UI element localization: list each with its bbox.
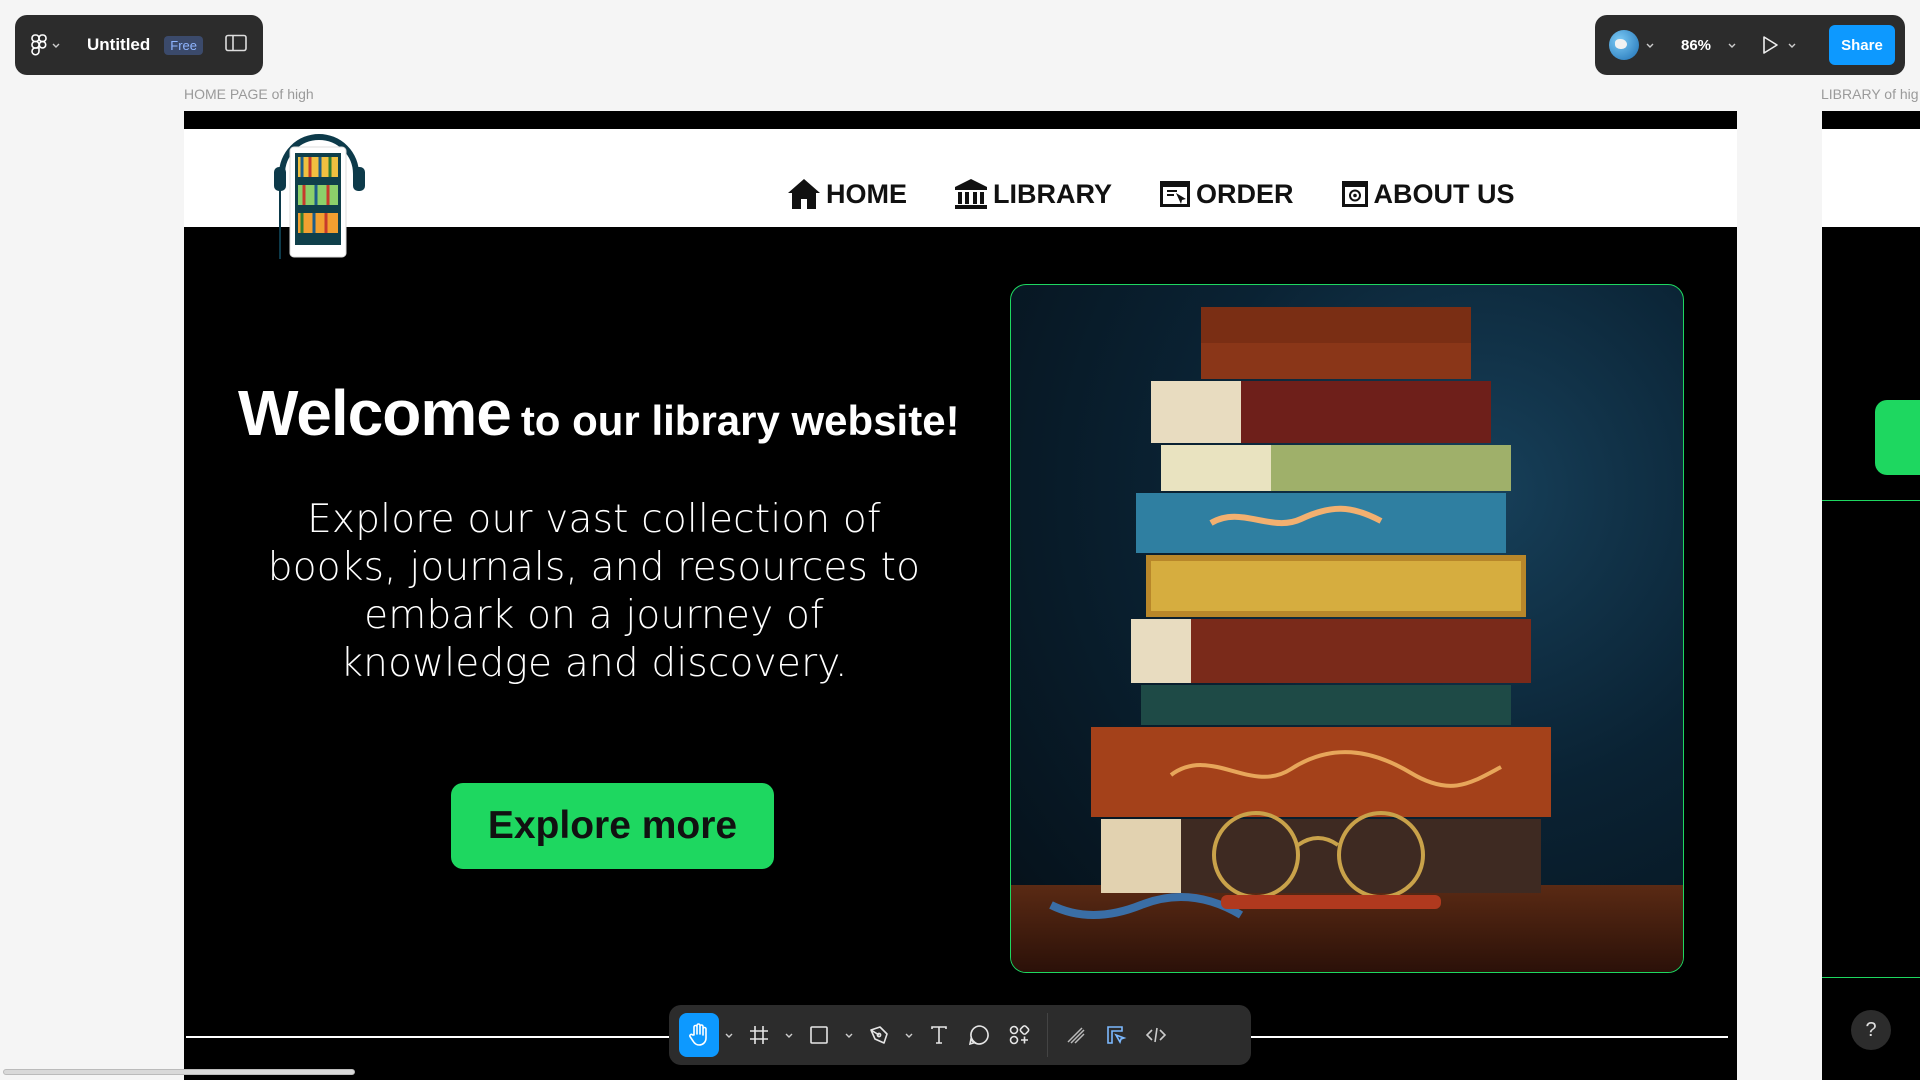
- chevron-down-icon: [725, 1033, 733, 1038]
- bank-icon: [955, 179, 987, 209]
- library-logo-icon: [274, 134, 365, 259]
- plan-badge[interactable]: Free: [164, 35, 204, 55]
- nav-item-label: ORDER: [1196, 178, 1294, 209]
- frame-icon: [750, 1026, 768, 1044]
- pen-tool-button[interactable]: [859, 1013, 899, 1057]
- text-icon: [931, 1026, 947, 1044]
- design-icon: [1107, 1026, 1127, 1044]
- nav-item-about[interactable]: ABOUT US: [1340, 179, 1515, 210]
- library-green-button[interactable]: [1875, 400, 1920, 475]
- play-icon: [1763, 36, 1778, 54]
- about-icon: [1341, 181, 1368, 207]
- library-divider: [1822, 500, 1920, 501]
- nav-item-home[interactable]: HOME: [786, 177, 907, 211]
- bottom-toolbar: [669, 1005, 1251, 1065]
- horizontal-scrollbar[interactable]: [3, 1069, 355, 1075]
- home-icon: [788, 179, 820, 209]
- avatar-menu[interactable]: [1609, 30, 1655, 60]
- books-illustration: [1011, 307, 1683, 972]
- components-icon: [1009, 1025, 1030, 1045]
- view-controls-pill: 86% Share: [1595, 15, 1905, 75]
- explore-more-button[interactable]: Explore more: [451, 783, 774, 869]
- draw-mode-button[interactable]: [1056, 1013, 1096, 1057]
- toggle-sidebar-button[interactable]: [225, 34, 247, 57]
- hero-title: Welcome to our library website!: [238, 376, 968, 450]
- zoom-level: 86%: [1681, 36, 1712, 54]
- nav-item-label: HOME: [826, 178, 907, 209]
- frame-tool-button[interactable]: [739, 1013, 779, 1057]
- file-menu-pill: Untitled Free: [15, 15, 263, 75]
- frame-tool-caret[interactable]: [779, 1013, 799, 1057]
- books-stack-image: [1010, 284, 1684, 973]
- library-page-frame[interactable]: [1822, 111, 1920, 1080]
- hand-tool-button[interactable]: [679, 1013, 719, 1057]
- chevron-down-icon: [905, 1033, 913, 1038]
- pen-icon: [870, 1026, 888, 1044]
- chevron-down-icon: [1646, 43, 1654, 48]
- zoom-menu[interactable]: 86%: [1681, 37, 1737, 54]
- chevron-down-icon: [52, 43, 60, 48]
- nav-item-label: ABOUT US: [1373, 178, 1515, 209]
- file-title[interactable]: Untitled: [87, 35, 150, 55]
- chevron-down-icon: [845, 1033, 853, 1038]
- home-page-frame[interactable]: HOME LIBRARY ORDER ABOUT US Welcome to ou…: [184, 111, 1737, 1080]
- present-button[interactable]: [1761, 35, 1797, 55]
- comment-icon: [968, 1025, 989, 1046]
- avatar: [1609, 30, 1639, 60]
- frame-label-home[interactable]: HOME PAGE of high: [184, 86, 314, 102]
- nav-item-library[interactable]: LIBRARY: [953, 177, 1112, 211]
- hand-icon: [689, 1023, 707, 1046]
- library-navbar: [1822, 129, 1920, 227]
- design-mode-button[interactable]: [1096, 1013, 1136, 1057]
- frame-label-library[interactable]: LIBRARY of hig: [1821, 86, 1919, 102]
- library-divider-bottom: [1822, 977, 1920, 978]
- dev-mode-button[interactable]: [1136, 1013, 1176, 1057]
- draw-icon: [1067, 1027, 1085, 1044]
- text-tool-button[interactable]: [919, 1013, 959, 1057]
- main-menu-button[interactable]: [31, 34, 61, 56]
- rectangle-tool-button[interactable]: [799, 1013, 839, 1057]
- order-icon: [1160, 181, 1190, 207]
- comment-tool-button[interactable]: [959, 1013, 999, 1057]
- help-button[interactable]: ?: [1851, 1010, 1891, 1050]
- chevron-down-icon: [785, 1033, 793, 1038]
- chevron-down-icon: [1788, 43, 1796, 48]
- chevron-down-icon: [1728, 43, 1736, 48]
- nav-item-order[interactable]: ORDER: [1158, 179, 1294, 210]
- pen-tool-caret[interactable]: [899, 1013, 919, 1057]
- actions-tool-button[interactable]: [999, 1013, 1039, 1057]
- toolbar-separator: [1047, 1013, 1048, 1057]
- hand-tool-caret[interactable]: [719, 1013, 739, 1057]
- site-navbar: HOME LIBRARY ORDER ABOUT US: [184, 129, 1737, 259]
- share-button[interactable]: Share: [1829, 25, 1895, 65]
- hero-title-welcome: Welcome: [238, 377, 512, 449]
- nav-item-label: LIBRARY: [993, 178, 1112, 209]
- hero-description: Explore our vast collection of books, jo…: [267, 497, 921, 686]
- frame-top-bar: [184, 111, 1737, 129]
- sidebar-icon: [225, 34, 247, 51]
- code-icon: [1145, 1027, 1167, 1043]
- rectangle-icon: [810, 1026, 828, 1044]
- figma-logo-icon: [31, 34, 47, 56]
- rectangle-tool-caret[interactable]: [839, 1013, 859, 1057]
- site-nav-menu: HOME LIBRARY ORDER ABOUT US: [786, 177, 1515, 211]
- hero-title-rest: to our library website!: [520, 397, 960, 444]
